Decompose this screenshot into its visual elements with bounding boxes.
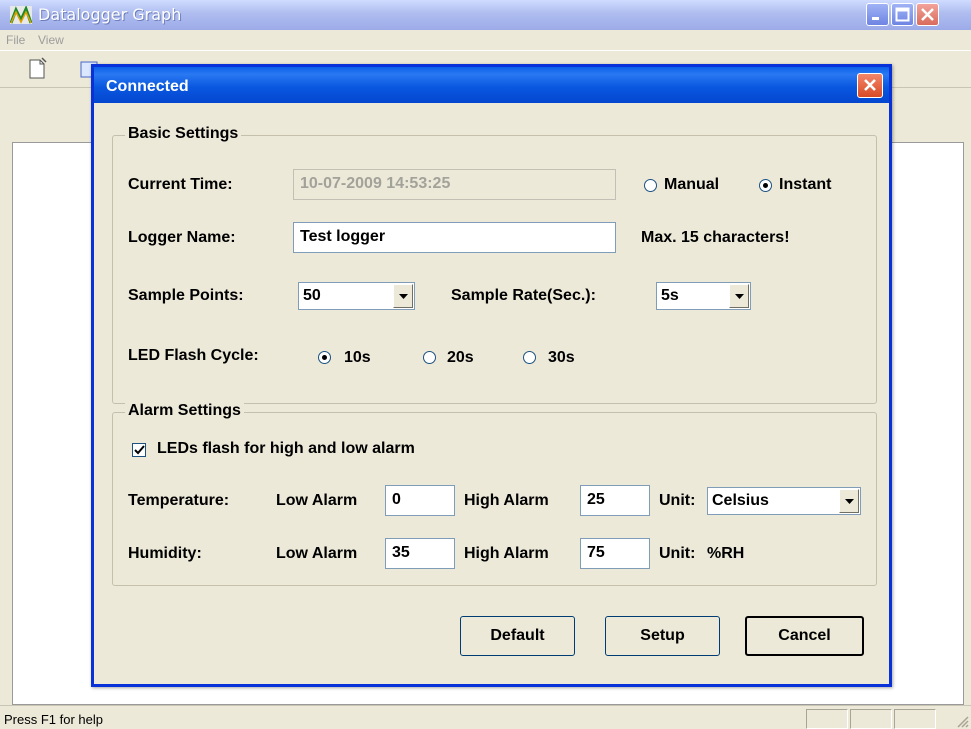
menu-view[interactable]: View: [38, 33, 64, 47]
minimize-button[interactable]: [866, 3, 889, 26]
cancel-button[interactable]: Cancel: [745, 616, 864, 656]
connected-dialog: Connected Basic Settings Current Time: 1…: [91, 64, 892, 687]
sample-rate-value: 5s: [661, 287, 679, 304]
temp-unit-label: Unit:: [659, 492, 696, 509]
logger-name-label: Logger Name:: [128, 229, 236, 246]
sample-points-value: 50: [303, 287, 321, 304]
instant-radio[interactable]: [759, 179, 772, 192]
led-10s-label[interactable]: 10s: [344, 349, 371, 367]
menubar: File View: [0, 30, 971, 50]
app-titlebar[interactable]: Datalogger Graph: [0, 0, 971, 30]
humidity-high-alarm-input[interactable]: 75: [580, 538, 650, 569]
size-grip-icon[interactable]: [955, 714, 969, 728]
instant-label[interactable]: Instant: [779, 176, 831, 194]
alarm-settings-group: Alarm Settings LEDs flash for high and l…: [112, 402, 877, 586]
app-logo-icon: [10, 6, 32, 24]
status-pane: [894, 709, 936, 729]
status-text: Press F1 for help: [4, 712, 103, 727]
humidity-label: Humidity:: [128, 545, 202, 562]
current-time-field[interactable]: 10-07-2009 14:53:25: [293, 169, 616, 200]
humidity-high-alarm-label: High Alarm: [464, 545, 549, 562]
new-file-icon[interactable]: [26, 57, 50, 81]
maximize-button[interactable]: [891, 3, 914, 26]
maximize-icon: [895, 7, 910, 22]
temp-unit-select[interactable]: Celsius: [707, 487, 861, 515]
humidity-low-alarm-input[interactable]: 35: [385, 538, 455, 569]
temp-low-alarm-label: Low Alarm: [276, 492, 358, 509]
sample-rate-select[interactable]: 5s: [656, 282, 751, 310]
chevron-down-icon: [735, 294, 744, 299]
logger-name-field[interactable]: Test logger: [293, 222, 616, 253]
temperature-label: Temperature:: [128, 492, 230, 509]
led-flash-checkbox[interactable]: [132, 443, 146, 457]
sample-rate-label: Sample Rate(Sec.):: [451, 287, 596, 304]
manual-label[interactable]: Manual: [664, 176, 719, 194]
led-flash-cycle-label: LED Flash Cycle:: [128, 347, 259, 364]
dialog-titlebar[interactable]: Connected: [94, 67, 889, 103]
temp-high-alarm-label: High Alarm: [464, 492, 549, 509]
minimize-icon: [872, 17, 879, 20]
alarm-settings-label: Alarm Settings: [125, 402, 244, 420]
manual-radio[interactable]: [644, 179, 657, 192]
current-time-label: Current Time:: [128, 176, 233, 193]
statusbar: Press F1 for help: [0, 705, 971, 729]
led-20s-label[interactable]: 20s: [447, 349, 474, 367]
app-title: Datalogger Graph: [38, 5, 182, 24]
close-icon: [921, 8, 934, 21]
setup-button[interactable]: Setup: [605, 616, 720, 656]
led-30s-radio[interactable]: [523, 351, 536, 364]
menu-file[interactable]: File: [6, 33, 25, 47]
led-10s-radio[interactable]: [318, 351, 331, 364]
humidity-unit-label: Unit:: [659, 545, 696, 562]
close-icon: [864, 79, 876, 91]
temp-high-alarm-input[interactable]: 25: [580, 485, 650, 516]
dialog-title: Connected: [106, 78, 189, 95]
humidity-low-alarm-label: Low Alarm: [276, 545, 358, 562]
led-flash-label[interactable]: LEDs flash for high and low alarm: [157, 440, 415, 458]
default-button[interactable]: Default: [460, 616, 575, 656]
status-pane: [806, 709, 848, 729]
status-pane: [850, 709, 892, 729]
led-30s-label[interactable]: 30s: [548, 349, 575, 367]
chevron-down-icon: [845, 499, 854, 504]
sample-points-label: Sample Points:: [128, 287, 244, 304]
humidity-unit-value: %RH: [707, 545, 745, 562]
app-close-button[interactable]: [916, 3, 939, 26]
temp-low-alarm-input[interactable]: 0: [385, 485, 455, 516]
logger-name-hint: Max. 15 characters!: [641, 229, 790, 246]
basic-settings-label: Basic Settings: [125, 125, 242, 143]
temp-unit-value: Celsius: [712, 492, 769, 509]
chevron-down-icon: [399, 294, 408, 299]
checkmark-icon: [134, 445, 145, 455]
sample-points-dropdown-button[interactable]: [393, 284, 413, 308]
temp-unit-dropdown-button[interactable]: [839, 489, 859, 513]
basic-settings-group: Basic Settings Current Time: 10-07-2009 …: [112, 125, 877, 404]
dialog-close-button[interactable]: [857, 73, 883, 98]
led-20s-radio[interactable]: [423, 351, 436, 364]
sample-points-select[interactable]: 50: [298, 282, 415, 310]
sample-rate-dropdown-button[interactable]: [729, 284, 749, 308]
